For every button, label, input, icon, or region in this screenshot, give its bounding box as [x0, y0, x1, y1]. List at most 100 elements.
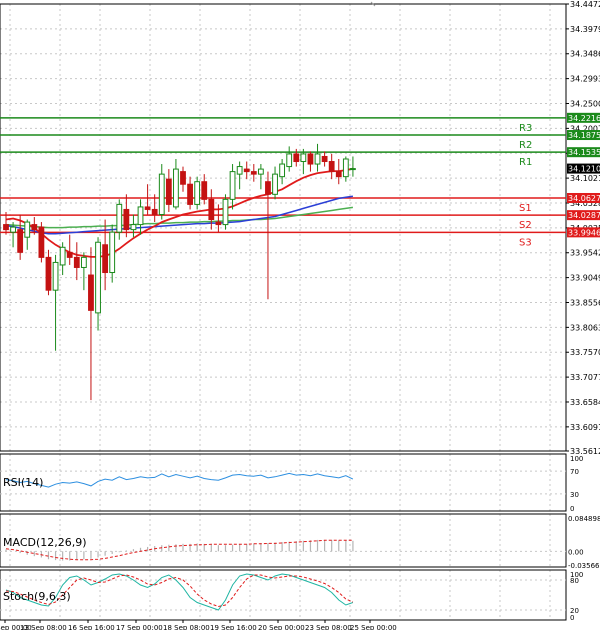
- price-tick-label: 33.75700: [570, 348, 600, 357]
- candle-body: [286, 153, 293, 168]
- candle-body: [10, 226, 16, 233]
- candle-body: [236, 166, 243, 175]
- candle-body: [257, 168, 264, 175]
- candle-body: [350, 168, 356, 171]
- candle-body: [151, 208, 158, 215]
- time-tick-label: 20 Sep 00:00: [258, 624, 305, 630]
- time-tick-label: 23 Sep 08:00: [305, 624, 352, 630]
- pivot-label: S3: [519, 237, 532, 248]
- candle-body: [321, 155, 328, 163]
- candle-body: [208, 198, 215, 221]
- candle-body: [307, 153, 314, 165]
- price-tick-label: 33.85560: [570, 298, 600, 307]
- rsi-line: [5, 472, 354, 488]
- price-tick-label: 33.65840: [570, 398, 600, 407]
- panel-frames: [0, 1, 567, 621]
- rsi-label: RSI(14): [3, 476, 43, 489]
- macd-axis-label: -0.035662: [568, 562, 600, 570]
- candle-body: [272, 173, 278, 195]
- time-tick-label: 17 Sep 00:00: [116, 624, 163, 630]
- candle-body: [45, 256, 52, 291]
- price-tick-label: 33.60910: [570, 423, 600, 432]
- candle-body: [38, 226, 45, 258]
- candle-body: [335, 171, 342, 178]
- pivot-price-label: 34.02870: [568, 211, 600, 220]
- candle-body: [194, 181, 201, 205]
- rsi-axis-label: 0: [570, 505, 574, 513]
- price-tick-label: 34.29930: [570, 75, 600, 84]
- moving-averages: [5, 167, 354, 258]
- candle-body: [102, 244, 109, 274]
- candle-body: [328, 161, 335, 173]
- candle-body: [229, 171, 236, 200]
- stoch-panel: 10080200Stoch(9,6,3): [0, 571, 583, 622]
- candle-body: [31, 224, 38, 231]
- ma-red-line: [5, 167, 354, 258]
- candle-body: [116, 203, 123, 233]
- candle-body: [222, 198, 229, 226]
- candle-body: [201, 181, 208, 200]
- price-tick-label: 34.39790: [570, 25, 600, 34]
- trading-chart: 34.44720 34.39790 34.34860 34.29930 34.25000…: [0, 0, 600, 632]
- candle-body: [3, 224, 9, 231]
- price-tick-label: 34.10210: [570, 174, 600, 183]
- time-tick-label: 13 Sep 08:00: [20, 624, 67, 630]
- time-tick-label: 16 Sep 16:00: [68, 624, 115, 630]
- candle-body: [144, 206, 151, 210]
- macd-axis-label: 0.084898: [568, 515, 600, 523]
- candle-body: [123, 208, 130, 231]
- rsi-panel: 100 70 30 0 RSI(14): [0, 455, 583, 513]
- candle-body: [279, 163, 286, 178]
- candle-body: [300, 153, 307, 163]
- candle-body: [88, 274, 94, 311]
- chart-canvas: 34.44720 34.39790 34.34860 34.29930 34.25000…: [0, 0, 600, 632]
- price-tick-label: 33.70770: [570, 373, 600, 382]
- candle-body: [109, 231, 116, 274]
- candle-body: [250, 171, 257, 175]
- current-price: 34.12102: [567, 163, 600, 174]
- candle-body: [24, 221, 31, 238]
- pivot-price-label: 33.99460: [568, 228, 600, 237]
- macd-axis-label: 0.00: [568, 548, 584, 556]
- time-tick-label: 19 Sep 16:00: [210, 624, 257, 630]
- rsi-axis-label: 70: [570, 468, 579, 476]
- pivot-price-label: 34.22160: [568, 114, 600, 123]
- candle-body: [293, 153, 300, 163]
- pivot-price-label: 34.15350: [568, 148, 600, 157]
- time-tick-label: 25 Sep 00:00: [350, 624, 397, 630]
- pivot-label: R3: [519, 123, 532, 134]
- candle-body: [66, 251, 73, 258]
- candle-body: [180, 171, 186, 185]
- candle-body: [215, 221, 222, 226]
- pivot-label: S1: [519, 203, 532, 214]
- macd-label: MACD(12,26,9): [3, 536, 87, 549]
- pivot-label: R2: [519, 140, 532, 151]
- candle-body: [187, 183, 193, 205]
- price-tick-label: 34.25000: [570, 99, 600, 108]
- stoch-label: Stoch(9,6,3): [3, 590, 71, 603]
- candle-body: [130, 224, 137, 231]
- candle-body: [165, 178, 172, 205]
- price-tick-label: 33.80630: [570, 323, 600, 332]
- pivot-label: S2: [519, 220, 532, 231]
- candle-body: [52, 261, 59, 291]
- price-tick-label: 34.34860: [570, 50, 600, 59]
- time-tick-label: 18 Sep 08:00: [163, 624, 210, 630]
- candles: [3, 143, 356, 401]
- candle-body: [265, 181, 271, 195]
- rsi-axis-label: 100: [570, 455, 583, 463]
- candle-body: [158, 173, 165, 215]
- candle-body: [17, 229, 24, 253]
- time-axis: 12 Sep 00:0013 Sep 08:0016 Sep 16:0017 S…: [0, 620, 397, 632]
- pivot-price-label: 34.06270: [568, 194, 600, 203]
- panel-frame: [0, 453, 567, 512]
- candle-body: [73, 256, 80, 268]
- candle-body: [342, 158, 349, 178]
- rsi-axis-label: 30: [570, 491, 579, 499]
- pivot-label: R1: [519, 157, 532, 168]
- candle-body: [59, 246, 66, 266]
- candle-body: [243, 168, 250, 173]
- candle-body: [80, 256, 87, 268]
- grid: [0, 3, 566, 620]
- stoch-axis-label: 80: [570, 577, 579, 585]
